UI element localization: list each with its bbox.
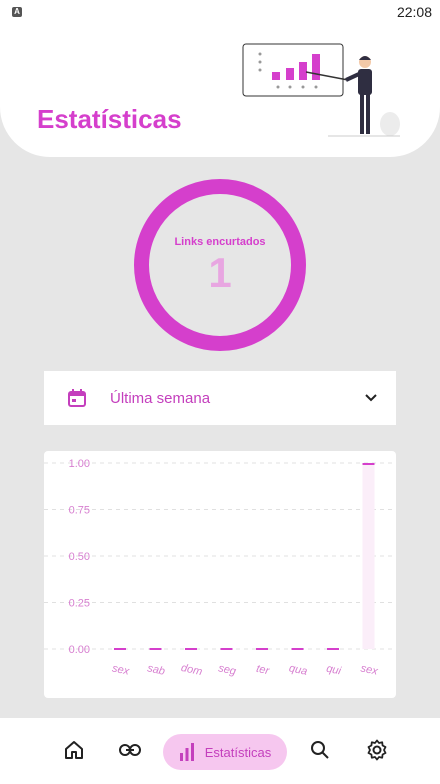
android-system-icon: A [12, 7, 22, 17]
bar [220, 648, 233, 650]
status-bar: A 22:08 [0, 0, 440, 24]
x-tick-label: sex [360, 662, 380, 677]
nav-home[interactable] [63, 739, 85, 761]
period-dropdown[interactable]: Última semana [44, 371, 396, 425]
x-tick-label: sex [111, 662, 131, 677]
page-title: Estatísticas [37, 104, 182, 134]
links-count-value: 1 [208, 249, 232, 296]
x-tick-label: qua [288, 662, 308, 678]
x-tick-label: ter [255, 663, 271, 678]
chart-card: 1.00 0.75 0.50 0.25 0.00 sex sab dom seg ter qua qu… [44, 451, 396, 698]
chevron-down-icon [365, 394, 377, 402]
gear-icon [367, 739, 387, 761]
bar [256, 648, 268, 650]
home-icon [65, 741, 83, 759]
calendar-icon [68, 389, 86, 407]
nav-link[interactable] [119, 739, 141, 761]
bar [291, 648, 304, 650]
bar-chart: 1.000.750.500.250.00sex sab dom seg ter qua qu… [44, 458, 396, 678]
bar [327, 648, 339, 650]
bar [114, 648, 126, 650]
link-icon [119, 744, 141, 756]
y-tick-label: 1.00 [69, 458, 90, 470]
bar [149, 648, 162, 650]
x-tick-label: qui [325, 663, 342, 678]
x-tick-label: dom [180, 662, 203, 678]
y-tick-label: 0.25 [69, 598, 90, 610]
search-icon [311, 741, 329, 759]
x-tick-label: seg [217, 662, 238, 678]
nav-stats-label: Estatísticas [204, 744, 272, 760]
presenter-illustration [242, 43, 400, 137]
bottom-nav: Estatísticas [0, 718, 440, 784]
nav-settings[interactable] [366, 739, 388, 761]
nav-stats[interactable]: Estatísticas [163, 734, 287, 770]
bar [185, 648, 197, 650]
nav-search[interactable] [309, 739, 331, 761]
links-count-label: Links encurtados [174, 236, 266, 248]
bar-chart-icon [179, 743, 194, 761]
period-selected-value: Última semana [110, 389, 211, 407]
status-time: 22:08 [396, 4, 432, 20]
y-tick-label: 0.00 [69, 644, 90, 656]
x-tick-label: sab [146, 662, 166, 677]
y-tick-label: 0.50 [69, 551, 90, 563]
bar [362, 463, 375, 465]
bar-background [362, 463, 375, 649]
y-tick-label: 0.75 [69, 505, 90, 517]
